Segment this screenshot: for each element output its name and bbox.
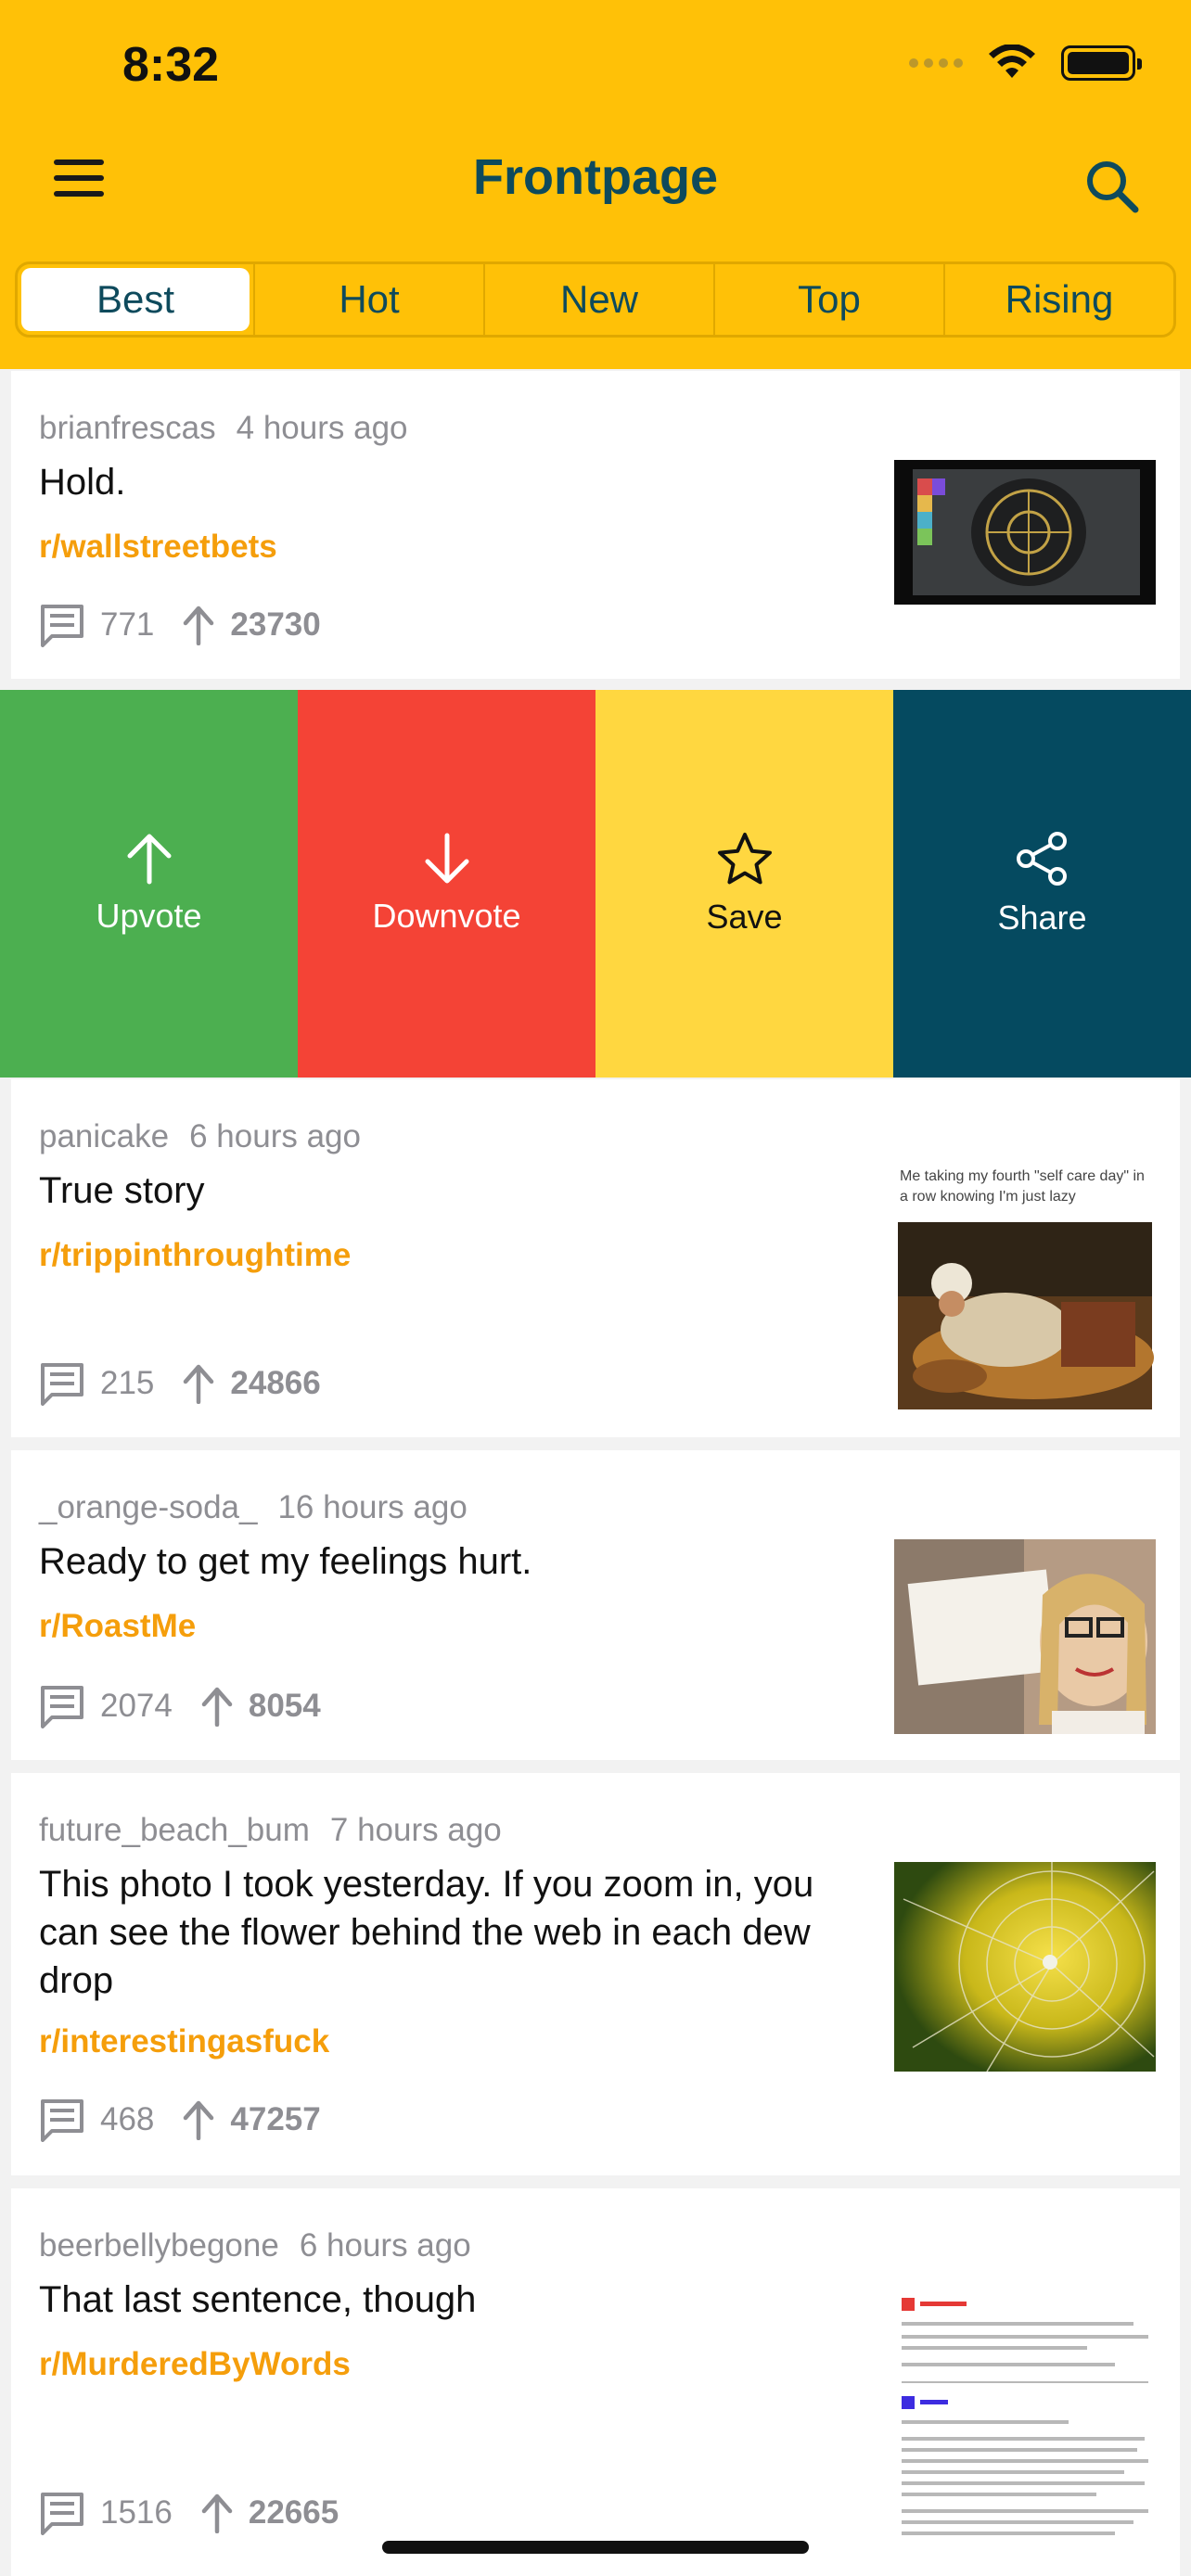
post-card[interactable]: beerbellybegone 6 hours ago That last sen… (11, 2188, 1180, 2576)
comment-icon (41, 2493, 83, 2535)
upvote-arrow-icon (201, 1687, 233, 1727)
thumbnail-image (894, 1539, 1156, 1734)
post-title[interactable]: Hold. (39, 458, 874, 506)
page-title: Frontpage (473, 149, 718, 205)
comment-icon (41, 605, 83, 647)
post-title[interactable]: This photo I took yesterday. If you zoom… (39, 1860, 874, 2005)
post-subreddit[interactable]: r/trippinthroughtime (39, 1237, 351, 1274)
share-label: Share (997, 899, 1087, 937)
comment-count: 215 (100, 1365, 155, 1401)
upvote-button[interactable]: Upvote (0, 690, 298, 1078)
comment-icon (41, 1686, 83, 1728)
post-stats: 1516 22665 (39, 2491, 339, 2535)
swipe-actions: Upvote Downvote Save Share (0, 690, 1191, 1078)
thumbnail-caption: Me taking my fourth "self care day" in a… (900, 1168, 1145, 1205)
comment-count: 771 (100, 606, 155, 643)
post-meta: panicake 6 hours ago (39, 1118, 361, 1155)
wifi-icon (989, 45, 1035, 78)
post-thumbnail[interactable]: Me taking my fourth "self care day" in a… (894, 1165, 1156, 1415)
upvote-arrow-icon (184, 606, 214, 645)
downvote-label: Downvote (372, 897, 521, 935)
tab-hot[interactable]: Hot (253, 264, 483, 335)
tab-best[interactable]: Best (21, 268, 250, 331)
post-time: 6 hours ago (189, 1118, 361, 1154)
comment-count: 2074 (100, 1688, 173, 1724)
post-author[interactable]: future_beach_bum (39, 1812, 310, 1848)
cellular-signal-icon (909, 58, 963, 68)
status-icons (909, 45, 1142, 82)
post-title[interactable]: True story (39, 1167, 874, 1215)
post-stats: 468 47257 (39, 2098, 321, 2142)
post-score: 47257 (230, 2101, 321, 2137)
arrow-down-icon (425, 833, 468, 884)
post-thumbnail[interactable] (894, 1539, 1156, 1734)
share-button[interactable]: Share (893, 690, 1191, 1078)
status-time: 8:32 (122, 38, 220, 92)
battery-icon (1061, 45, 1142, 81)
post-subreddit[interactable]: r/RoastMe (39, 1608, 196, 1645)
arrow-up-icon (127, 834, 171, 885)
post-score: 22665 (248, 2494, 339, 2531)
post-author[interactable]: brianfrescas (39, 410, 216, 446)
upvote-arrow-icon (184, 2100, 214, 2140)
upvote-arrow-icon (201, 2493, 233, 2533)
post-author[interactable]: beerbellybegone (39, 2227, 279, 2264)
post-title[interactable]: Ready to get my feelings hurt. (39, 1537, 874, 1586)
post-thumbnail[interactable] (894, 460, 1156, 605)
post-meta: brianfrescas 4 hours ago (39, 410, 408, 447)
post-time: 7 hours ago (329, 1812, 502, 1848)
save-label: Save (706, 898, 783, 936)
comment-icon (41, 2099, 83, 2142)
post-stats: 215 24866 (39, 1361, 321, 1406)
post-card[interactable]: panicake 6 hours ago True story r/trippin… (11, 1079, 1180, 1437)
post-subreddit[interactable]: r/wallstreetbets (39, 529, 277, 566)
post-meta: beerbellybegone 6 hours ago (39, 2227, 471, 2264)
thumbnail-image (894, 1862, 1156, 2072)
post-meta: _orange-soda_ 16 hours ago (39, 1489, 467, 1526)
save-button[interactable]: Save (596, 690, 893, 1078)
upvote-arrow-icon (184, 1364, 214, 1404)
search-icon[interactable] (1080, 154, 1145, 219)
post-title[interactable]: That last sentence, though (39, 2276, 874, 2324)
comment-icon (41, 1363, 83, 1406)
home-indicator[interactable] (382, 2541, 809, 2554)
post-subreddit[interactable]: r/MurderedByWords (39, 2346, 351, 2383)
post-card[interactable]: brianfrescas 4 hours ago Hold. r/wallstre… (11, 371, 1180, 679)
share-icon (1016, 832, 1067, 886)
thumbnail-image (898, 1222, 1154, 1409)
post-stats: 2074 8054 (39, 1684, 321, 1728)
post-thumbnail[interactable] (894, 1862, 1156, 2072)
post-time: 4 hours ago (236, 410, 408, 446)
post-score: 8054 (248, 1688, 321, 1724)
tab-new[interactable]: New (483, 264, 713, 335)
thumbnail-image (894, 2274, 1156, 2552)
star-icon (717, 833, 772, 885)
post-score: 24866 (230, 1365, 321, 1401)
thumbnail-image (913, 469, 1140, 595)
tab-top[interactable]: Top (713, 264, 943, 335)
app-header: 8:32 Frontpage Best Hot New Top Rising (0, 0, 1191, 369)
post-time: 16 hours ago (277, 1489, 467, 1525)
post-stats: 771 23730 (39, 603, 321, 647)
post-thumbnail[interactable] (894, 2274, 1156, 2552)
sort-tabs: Best Hot New Top Rising (15, 261, 1176, 338)
tab-rising[interactable]: Rising (943, 264, 1173, 335)
post-card[interactable]: _orange-soda_ 16 hours ago Ready to get m… (11, 1450, 1180, 1760)
upvote-label: Upvote (96, 897, 202, 935)
post-score: 23730 (230, 606, 321, 643)
post-meta: future_beach_bum 7 hours ago (39, 1812, 502, 1849)
post-subreddit[interactable]: r/interestingasfuck (39, 2023, 329, 2060)
downvote-button[interactable]: Downvote (298, 690, 596, 1078)
comment-count: 1516 (100, 2494, 173, 2531)
post-author[interactable]: _orange-soda_ (39, 1489, 257, 1525)
comment-count: 468 (100, 2101, 155, 2137)
post-time: 6 hours ago (299, 2227, 471, 2264)
post-author[interactable]: panicake (39, 1118, 169, 1154)
post-card[interactable]: future_beach_bum 7 hours ago This photo I… (11, 1773, 1180, 2175)
